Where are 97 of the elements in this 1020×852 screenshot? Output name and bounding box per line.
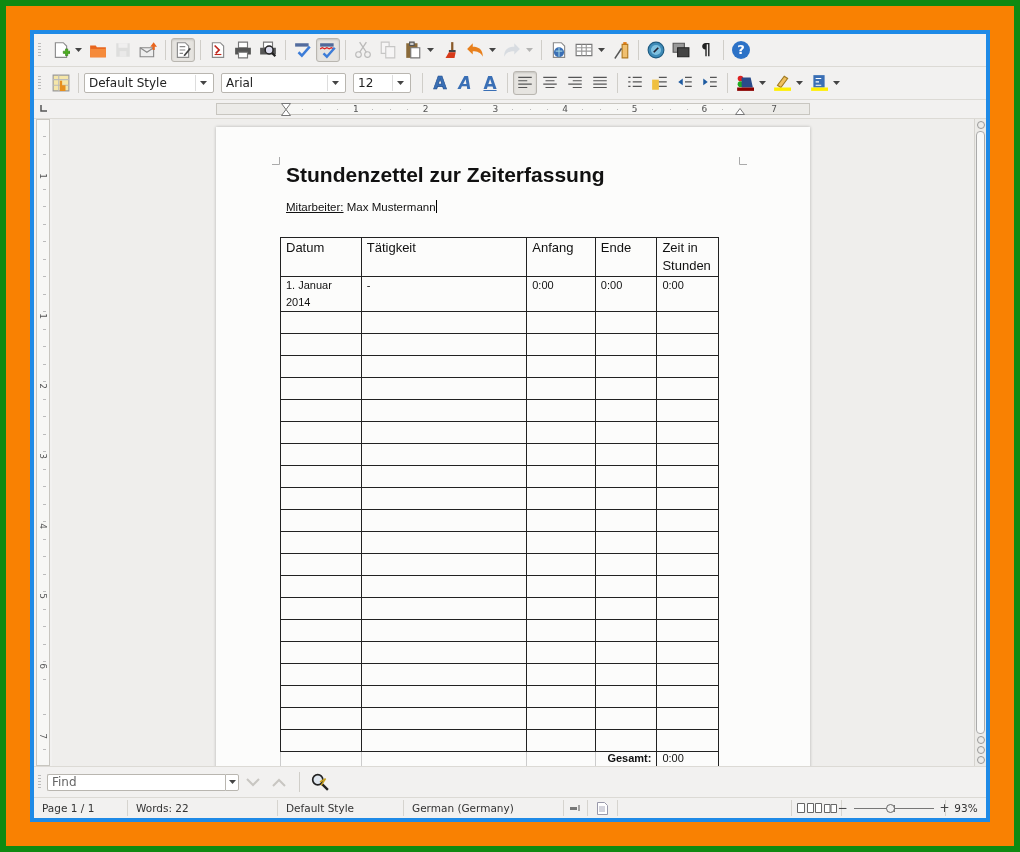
auto-spelling-button[interactable] [316,37,340,62]
word-count: Words: 22 [136,802,189,815]
text-boundary-mark [272,156,280,165]
zoom-out-button[interactable]: − [837,801,848,816]
font-name-dropdown[interactable]: Arial [221,72,346,93]
caret-icon [833,80,840,85]
compass-icon [647,40,665,59]
ruler-number: 5 [38,592,48,599]
envelope-icon [139,40,157,59]
find-history-button[interactable] [225,773,239,791]
employee-name: Max Mustermann [346,200,436,213]
chevron-icon [246,777,260,787]
ruler-number: 7 [38,732,48,739]
spelling-wavy-line-icon [319,40,337,59]
paragraph-style-dropdown[interactable]: Default Style [84,72,214,93]
bold-button[interactable]: A [428,70,452,95]
zoom-in-button[interactable]: + [939,801,950,816]
formatting-marks-button[interactable]: ¶ [694,37,718,62]
new-document-icon [52,40,70,59]
text-boundary-mark [739,156,747,165]
print-preview-icon [259,40,277,59]
page-style: Default Style [286,802,355,815]
ruler-number: 7 [771,103,778,114]
column-header: Datum [286,239,325,255]
right-indent-marker-icon[interactable] [735,107,745,115]
caret-icon [526,47,533,52]
employee-label: Mitarbeiter: [286,200,344,213]
caret-icon [759,80,766,85]
zoom-percentage: 93% [954,802,978,815]
ruler-number: 2 [422,103,429,114]
table-cell: 0:00 [662,278,684,291]
column-header: Anfang [532,239,574,255]
clipboard-icon [404,40,422,59]
font-color-icon [736,73,754,92]
italic-button[interactable]: A [453,70,477,95]
highlighter-icon [773,73,791,92]
indent-marker-icon[interactable] [281,102,291,116]
page-count: Page 1 / 1 [42,802,95,815]
ruler-number: 1 [38,172,48,179]
selection-mode-icon[interactable] [569,804,582,813]
ruler-number: 6 [701,103,708,114]
pdf-document-icon [209,40,227,59]
document-status-icon[interactable] [597,801,608,815]
caret-icon [397,80,404,85]
spelling-icon [294,40,312,59]
styles-hand-icon [52,73,70,92]
document-title: Stundenzettel zur Zeiterfassung [286,161,606,188]
language: German (Germany) [412,802,514,815]
column-header: Ende [600,239,632,255]
redo-arrow-icon [503,40,521,59]
underline-button[interactable]: A [478,70,502,95]
find-field[interactable]: Find [47,773,225,791]
multi-page-view-icon[interactable] [806,803,822,814]
background-color-icon [810,73,828,92]
column-header: Zeit in Stunden [662,239,711,273]
caret-icon [427,47,434,52]
ruler-number: 4 [562,103,568,114]
table-cell: 0:00 [532,278,554,291]
align-left-button[interactable] [513,70,537,95]
copy-icon [379,40,397,59]
chevron-icon [272,777,286,787]
column-header: Tätigkeit [366,239,416,255]
ruler-number: 3 [38,452,48,459]
scissors-icon [354,40,372,59]
caret-icon [796,80,803,85]
single-page-view-icon[interactable] [796,803,805,814]
caret-icon [489,47,496,52]
ruler-number: 1 [353,103,359,114]
ruler-number: 4 [38,522,48,529]
caret-icon [200,80,207,85]
tab-stop-icon[interactable] [39,105,47,113]
text-cursor [435,199,437,213]
printer-icon [234,40,252,59]
page-globe-icon [550,40,568,59]
drawing-pencil-icon [612,40,630,59]
page-pencil-icon [174,40,192,59]
ruler-number: 5 [631,103,638,114]
table-cell: - [366,278,371,291]
ruler-number: 3 [492,103,499,114]
vertical-scrollbar[interactable] [974,118,986,767]
ruler-number: 2 [38,382,48,389]
total-label: Gesamt: [607,751,652,764]
magnifier-icon [311,773,329,792]
ruler-number: 1 [38,312,48,319]
caret-icon [228,780,236,785]
ruler-number: 6 [38,662,48,669]
table-cell: 0:00 [600,278,623,291]
caret-icon [598,47,605,52]
font-size-dropdown[interactable]: 12 [353,72,411,93]
caret-icon [75,47,82,52]
table-cell: 1. Januar 2014 [286,278,332,308]
edit-mode-button[interactable] [171,37,195,62]
caret-icon [332,80,339,85]
book-view-icon[interactable] [823,803,837,814]
total-value: 0:00 [662,751,684,764]
zoom-thumb[interactable] [885,803,895,813]
stacked-windows-icon [672,40,690,59]
